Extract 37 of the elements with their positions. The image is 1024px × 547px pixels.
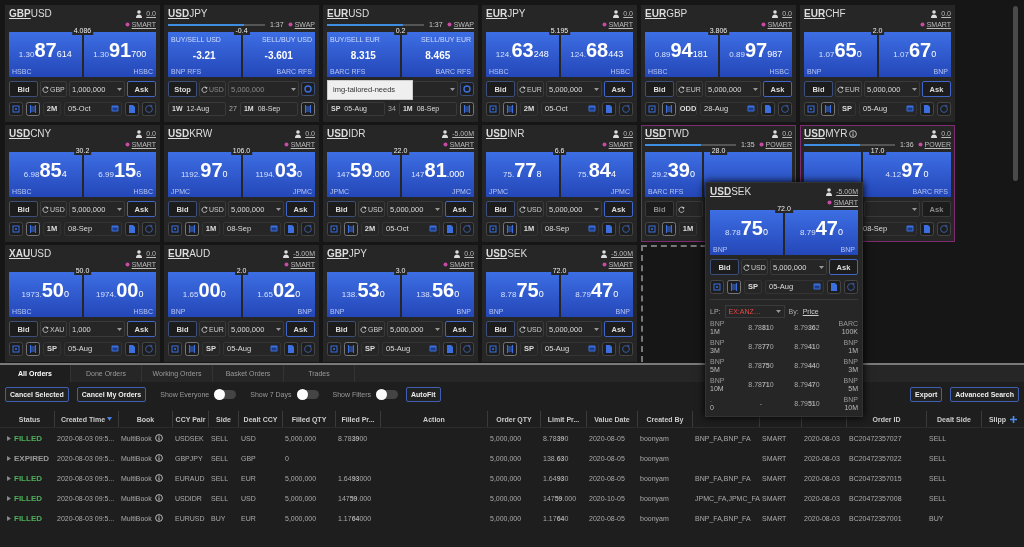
price-text: 14781.000 bbox=[410, 158, 466, 183]
price-text: 138.530 bbox=[340, 278, 386, 303]
price-text: 14759.000 bbox=[335, 158, 391, 183]
price-text: 1.07650 bbox=[817, 38, 863, 63]
price-text: 0.8997987 bbox=[728, 38, 784, 63]
table-cell: FILLED bbox=[14, 433, 42, 443]
price-text: 4.12970 bbox=[884, 158, 930, 183]
price-text: 1973.500 bbox=[20, 278, 70, 303]
price-text: 29.2390 bbox=[651, 158, 696, 183]
price-text: 1.07670 bbox=[892, 38, 938, 63]
price-text: 6.99156 bbox=[97, 158, 143, 183]
table-cell: FILLED bbox=[14, 473, 42, 483]
price-text: 8.78750 bbox=[499, 278, 545, 303]
price-text: 8.79470 bbox=[799, 216, 844, 241]
swap-points: 8.315 bbox=[349, 49, 377, 63]
price-text: 1974.000 bbox=[95, 278, 145, 303]
price-text: 1.65000 bbox=[181, 278, 227, 303]
price-text: 75.844 bbox=[576, 158, 617, 183]
swap-points: 8.465 bbox=[424, 49, 452, 63]
price-text: 0.8994181 bbox=[653, 38, 709, 63]
price-text: 124.68443 bbox=[569, 38, 625, 63]
swap-points: -3.21 bbox=[191, 49, 217, 63]
price-text: 6.98854 bbox=[22, 158, 68, 183]
price-text: 1.3087614 bbox=[17, 38, 73, 63]
price-text: 8.78750 bbox=[724, 216, 769, 241]
price-text: 1194.030 bbox=[254, 158, 304, 183]
swap-points: -3.601 bbox=[263, 49, 294, 63]
price-text: 138.560 bbox=[415, 278, 461, 303]
table-cell: EXPIRED bbox=[14, 453, 50, 463]
price-text: 1.65020 bbox=[256, 278, 302, 303]
price-text: 75.778 bbox=[502, 158, 543, 183]
table-cell: FILLED bbox=[14, 493, 42, 503]
price-text: 1192.970 bbox=[179, 158, 229, 183]
table-cell: FILLED bbox=[14, 513, 42, 523]
price-text: 8.79470 bbox=[574, 278, 620, 303]
price-text: 1.3091700 bbox=[92, 38, 148, 63]
price-text: 124.63248 bbox=[494, 38, 550, 63]
